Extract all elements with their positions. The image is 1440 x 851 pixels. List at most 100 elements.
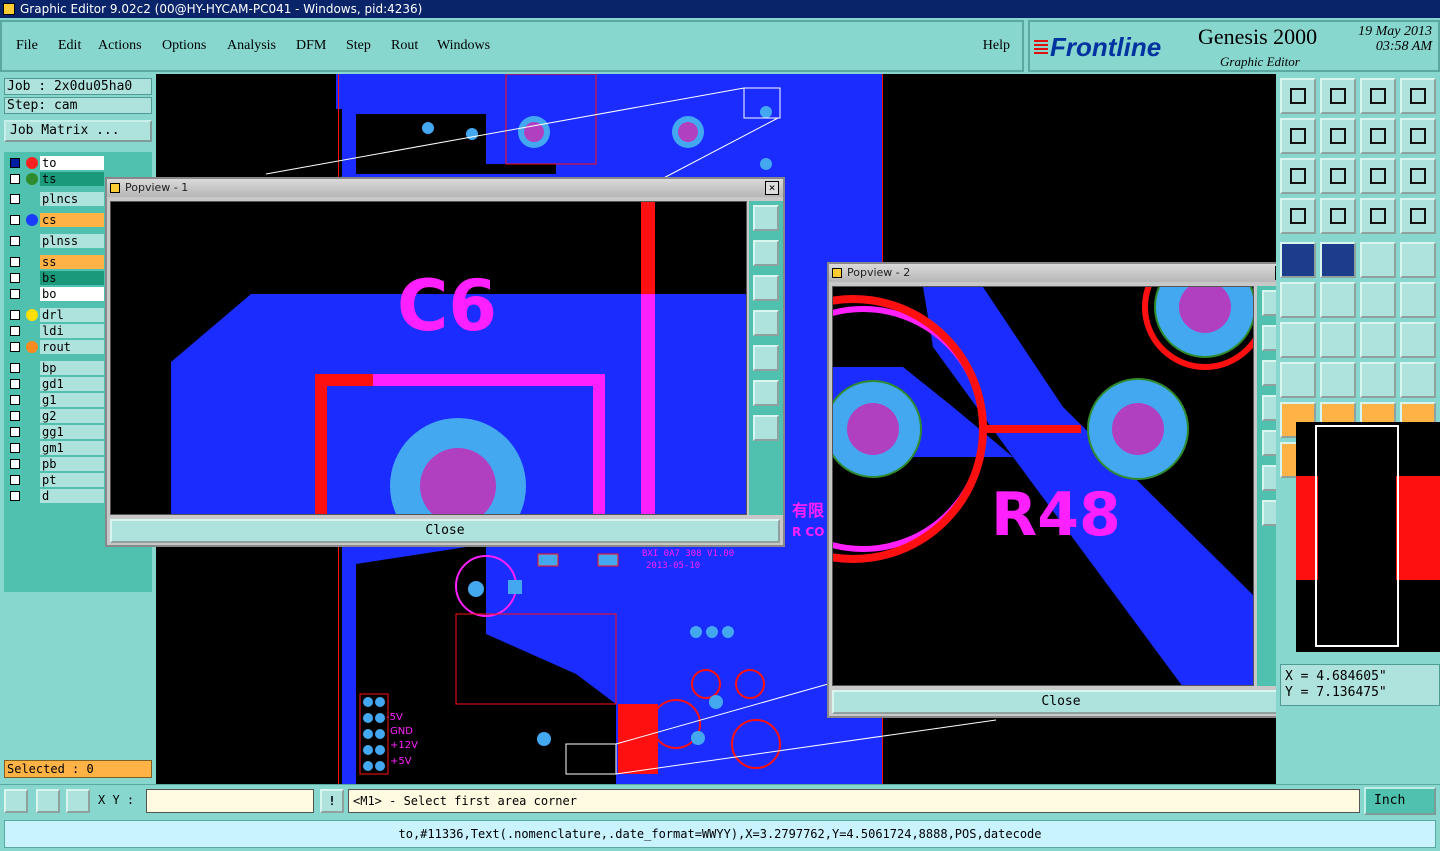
layer-name[interactable]: g1 [40,393,104,407]
overview-preview[interactable] [1296,422,1440,652]
job-matrix-button[interactable]: Job Matrix ... [4,120,152,142]
layer-checkbox[interactable] [10,459,20,469]
layer-checkbox[interactable] [10,443,20,453]
pan-right-icon[interactable] [753,345,779,371]
layer-name[interactable]: plncs [40,192,104,206]
text-tool-icon[interactable] [1400,322,1436,358]
layer-name[interactable]: pt [40,473,104,487]
layer-checkbox[interactable] [10,174,20,184]
popview-1-window[interactable]: Popview - 1 × C6 Close [105,177,785,547]
delete-icon[interactable] [1320,282,1356,318]
layer-checkbox[interactable] [10,236,20,246]
layer-name[interactable]: bo [40,287,104,301]
menu-rout[interactable]: Rout [391,38,418,54]
copy-icon[interactable] [1400,282,1436,318]
layer-checkbox[interactable] [10,158,20,168]
mirror-icon[interactable] [1360,118,1396,154]
unit-selector[interactable]: Inch [1364,787,1436,815]
home-down-icon[interactable] [1320,78,1356,114]
layer-name[interactable]: pb [40,457,104,471]
layer-checkbox[interactable] [10,289,20,299]
close-icon[interactable]: × [765,181,779,195]
layer-checkbox[interactable] [10,427,20,437]
pan-left-icon[interactable] [753,310,779,336]
menu-edit[interactable]: Edit [58,38,81,54]
scale-1to2-icon[interactable] [1360,158,1396,194]
layer-checkbox[interactable] [10,310,20,320]
popview-1-titlebar[interactable]: Popview - 1 [107,179,783,197]
menu-analysis[interactable]: Analysis [227,38,276,54]
pan-down-icon[interactable] [753,275,779,301]
menu-file[interactable]: File [16,38,38,54]
point-tool-icon[interactable] [1280,362,1316,398]
layer-checkbox[interactable] [10,257,20,267]
menu-dfm[interactable]: DFM [296,38,326,54]
popview-2-titlebar[interactable]: Popview - 2 [829,264,1293,282]
xy-input[interactable] [146,789,314,813]
zoom-in-icon[interactable] [753,380,779,406]
layer-name[interactable]: rout [40,340,104,354]
segment-tool-icon[interactable] [1320,362,1356,398]
layer-checkbox[interactable] [10,411,20,421]
zoom-window-icon[interactable] [753,205,779,231]
warning-button[interactable]: ! [320,789,344,813]
layer-checkbox[interactable] [10,215,20,225]
layer-name[interactable]: drl [40,308,104,322]
layer-name[interactable]: bp [40,361,104,375]
ruler-icon[interactable] [1360,242,1396,278]
menu-windows[interactable]: Windows [437,38,490,54]
layer-name[interactable]: gd1 [40,377,104,391]
move-icon[interactable] [1360,282,1396,318]
layer-name[interactable]: to [40,156,104,170]
grid-icon[interactable] [1320,198,1356,234]
layer-name[interactable]: cs [40,213,104,227]
layer-checkbox[interactable] [10,363,20,373]
layer-name[interactable]: ts [40,172,104,186]
line-tool-icon[interactable] [1280,322,1316,358]
surface-tool-icon[interactable] [1400,362,1436,398]
popview-2-close-button[interactable]: Close [832,690,1290,714]
layer-checkbox[interactable] [10,273,20,283]
menu-step[interactable]: Step [346,38,371,54]
layer-row-to[interactable]: to [6,156,126,170]
menu-actions[interactable]: Actions [98,38,142,54]
layer-checkbox[interactable] [10,491,20,501]
snap-off-icon[interactable] [4,789,28,813]
layer-checkbox[interactable] [10,475,20,485]
popview-2-view[interactable]: R48 [832,286,1254,686]
layer-checkbox[interactable] [10,395,20,405]
popview-2-window[interactable]: Popview - 2 × R48 Close [827,262,1295,718]
window-split-icon[interactable] [1400,78,1436,114]
snap-icon[interactable] [1280,198,1316,234]
zoom-out-icon[interactable] [753,415,779,441]
layers-icon[interactable] [1360,198,1396,234]
layer-name[interactable]: plnss [40,234,104,248]
layer-name[interactable]: g2 [40,409,104,423]
measure-tool-icon[interactable] [1320,242,1356,278]
redraw-icon[interactable] [1400,118,1436,154]
menu-help[interactable]: Help [983,38,1010,54]
add-pad-icon[interactable] [1280,282,1316,318]
grid-snap-icon[interactable] [66,789,90,813]
layer-name[interactable]: gg1 [40,425,104,439]
popview-1-view[interactable]: C6 [110,201,747,515]
layer-checkbox[interactable] [10,379,20,389]
pan-left-icon[interactable] [1280,118,1316,154]
home-icon[interactable] [1360,78,1396,114]
layer-name[interactable]: ldi [40,324,104,338]
zoom-in-icon[interactable] [1280,158,1316,194]
measure-distance-icon[interactable] [1360,362,1396,398]
snap-angle-icon[interactable] [36,789,60,813]
pan-right-icon[interactable] [1320,118,1356,154]
layer-checkbox[interactable] [10,342,20,352]
netlist-icon[interactable] [1400,198,1436,234]
zoom-out-icon[interactable] [1320,158,1356,194]
layer-name[interactable]: d [40,489,104,503]
layer-name[interactable]: bs [40,271,104,285]
layer-checkbox[interactable] [10,194,20,204]
layer-name[interactable]: ss [40,255,104,269]
home-up-icon[interactable] [1280,78,1316,114]
pad-tool-icon[interactable] [1400,242,1436,278]
diagonal-line-icon[interactable] [1320,322,1356,358]
layer-name[interactable]: gm1 [40,441,104,455]
